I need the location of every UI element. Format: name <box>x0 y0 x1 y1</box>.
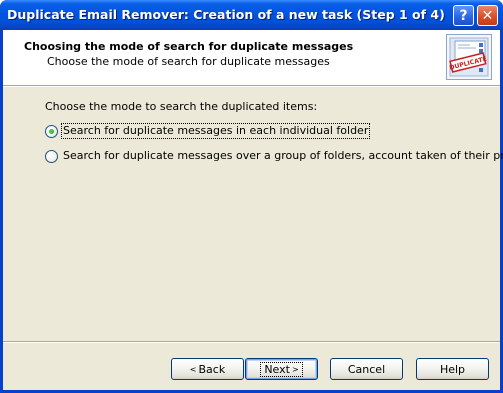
next-button-label: Next <box>264 362 290 376</box>
wizard-header: Choosing the mode of search for duplicat… <box>3 30 500 85</box>
wizard-window: Duplicate Email Remover: Creation of a n… <box>0 0 503 393</box>
next-button-content: Next > <box>260 361 303 377</box>
header-separator-highlight <box>3 86 500 87</box>
mode-prompt-label: Choose the mode to search the duplicated… <box>45 100 318 113</box>
help-button-label: Help <box>439 362 466 376</box>
back-arrow-icon: < <box>189 364 197 374</box>
footer-separator-highlight <box>3 342 500 343</box>
cancel-button-label: Cancel <box>347 362 386 376</box>
cancel-button[interactable]: Cancel <box>330 358 403 380</box>
radio-individual-folder[interactable]: Search for duplicate messages in each in… <box>45 123 371 139</box>
window-title: Duplicate Email Remover: Creation of a n… <box>7 7 445 22</box>
dialog-body: Choosing the mode of search for duplicat… <box>3 30 503 390</box>
next-button[interactable]: Next > <box>245 358 318 380</box>
next-arrow-icon: > <box>291 364 299 374</box>
radio-button-checked[interactable] <box>45 124 58 138</box>
duplicate-stamp-icon: DUPLICATE <box>446 34 492 80</box>
radio-label-individual-folder[interactable]: Search for duplicate messages in each in… <box>60 123 371 139</box>
title-bar[interactable]: Duplicate Email Remover: Creation of a n… <box>0 0 503 30</box>
radio-group-of-folders[interactable]: Search for duplicate messages over a gro… <box>45 148 503 164</box>
back-button[interactable]: < Back <box>171 358 244 380</box>
close-icon[interactable]: ✕ <box>477 5 498 26</box>
help-button[interactable]: Help <box>416 358 489 380</box>
back-button-label: Back <box>198 362 226 376</box>
page-subtitle: Choose the mode of search for duplicate … <box>47 55 330 68</box>
radio-button-unchecked[interactable] <box>45 149 58 163</box>
help-icon[interactable]: ? <box>453 5 474 26</box>
radio-label-group-of-folders[interactable]: Search for duplicate messages over a gro… <box>62 149 503 163</box>
page-title: Choosing the mode of search for duplicat… <box>24 40 354 53</box>
back-button-content: < Back <box>190 363 225 376</box>
